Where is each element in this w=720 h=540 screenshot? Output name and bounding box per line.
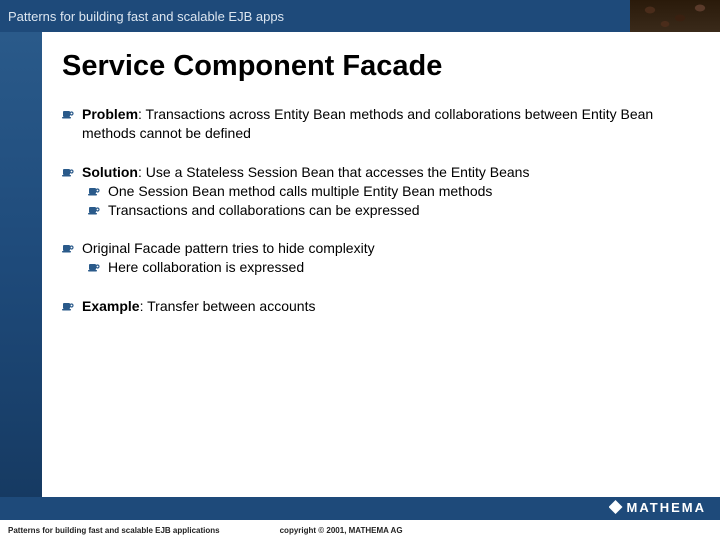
sidebar-gradient — [0, 32, 42, 500]
cup-icon — [62, 166, 74, 178]
bullet-text: Solution: Use a Stateless Session Bean t… — [82, 163, 696, 182]
coffee-beans-image — [630, 0, 720, 32]
bullet-item: Problem: Transactions across Entity Bean… — [62, 105, 696, 143]
cup-icon — [62, 242, 74, 254]
bullet-item: Original Facade pattern tries to hide co… — [62, 239, 696, 277]
footer-text-row: Patterns for building fast and scalable … — [0, 520, 720, 540]
bullet-text: Example: Transfer between accounts — [82, 297, 696, 316]
bullet-item: Solution: Use a Stateless Session Bean t… — [62, 163, 696, 220]
bullet-item: Example: Transfer between accounts — [62, 297, 696, 316]
slide-content: Service Component Facade Problem: Transa… — [42, 32, 720, 500]
header-title: Patterns for building fast and scalable … — [0, 9, 284, 24]
bullet-text: Original Facade pattern tries to hide co… — [82, 239, 696, 258]
cup-icon — [88, 204, 100, 216]
mathema-logo: MATHEMA — [609, 500, 706, 515]
cup-icon — [88, 185, 100, 197]
sub-bullet-text: One Session Bean method calls multiple E… — [108, 182, 696, 201]
cup-icon — [62, 108, 74, 120]
footer-bar: MATHEMA — [0, 497, 720, 517]
logo-diamond-icon — [609, 500, 623, 514]
logo-text: MATHEMA — [627, 500, 706, 515]
cup-icon — [62, 300, 74, 312]
footer-copyright: copyright © 2001, MATHEMA AG — [280, 526, 403, 535]
sub-bullet-text: Transactions and collaborations can be e… — [108, 201, 696, 220]
header-bar: Patterns for building fast and scalable … — [0, 0, 720, 32]
footer-left-text: Patterns for building fast and scalable … — [8, 526, 220, 535]
bullet-text: Problem: Transactions across Entity Bean… — [82, 105, 696, 143]
slide-title: Service Component Facade — [62, 50, 696, 83]
cup-icon — [88, 261, 100, 273]
sub-bullet-text: Here collaboration is expressed — [108, 258, 696, 277]
